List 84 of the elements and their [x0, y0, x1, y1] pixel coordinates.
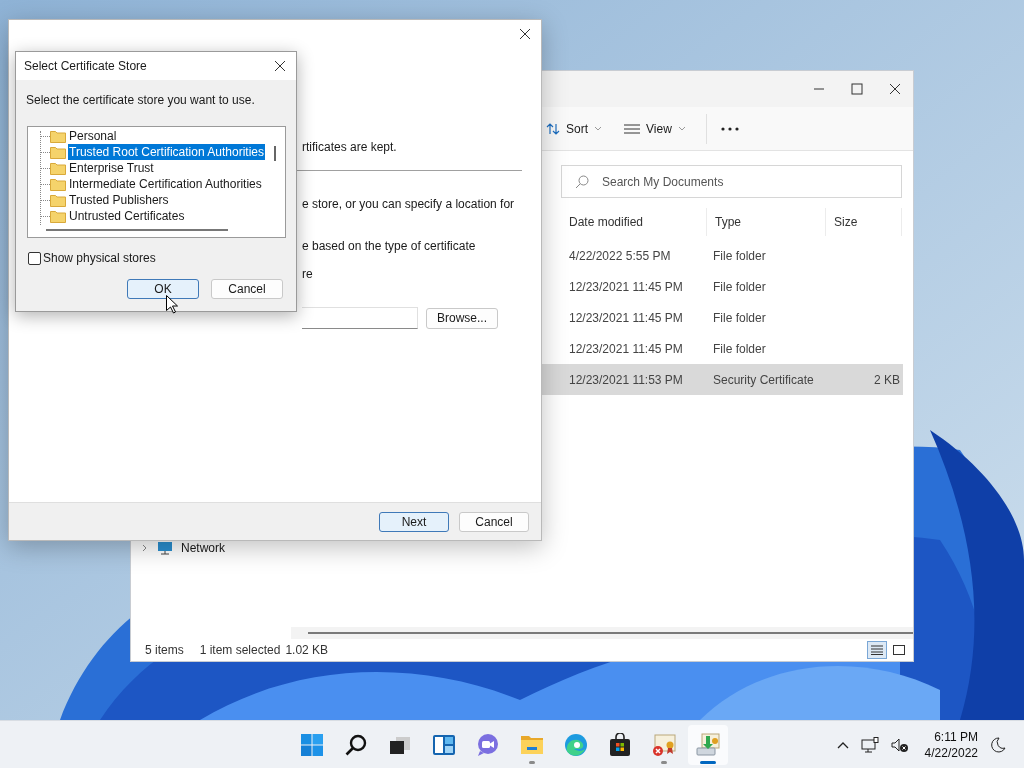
- file-row[interactable]: 4/22/2022 5:55 PM File folder: [541, 240, 903, 271]
- scrollbar-thumb[interactable]: [308, 632, 913, 634]
- list-icon: [624, 122, 640, 135]
- date-cell-text: 12/23/2021 11:45 PM: [568, 309, 684, 327]
- nav-item[interactable]: Network: [131, 538, 241, 558]
- sort-icon: [546, 121, 560, 136]
- description-text: rtificates are kept.: [302, 139, 398, 156]
- ok-button[interactable]: OK: [127, 279, 199, 299]
- window-icon: [893, 645, 905, 655]
- next-button[interactable]: Next: [379, 511, 449, 532]
- file-row[interactable]: 12/23/2021 11:53 PM Security Certificate 2 KB: [541, 364, 903, 395]
- muted-speaker-icon[interactable]: [890, 736, 909, 753]
- type-cell-text: File folder: [713, 340, 767, 358]
- chevron-right-icon: [141, 544, 149, 552]
- more-icon[interactable]: [720, 126, 739, 131]
- size-cell-text: 2 KB: [874, 371, 901, 389]
- browse-button[interactable]: Browse...: [426, 307, 498, 329]
- date-cell-text: 12/23/2021 11:45 PM: [568, 340, 684, 358]
- shopping-bag-icon: [608, 732, 632, 757]
- search-field[interactable]: Search My Documents: [561, 165, 902, 198]
- option-text: e based on the type of certificate: [302, 238, 477, 255]
- selection-size: 1.02 KB: [285, 642, 329, 659]
- folder-icon: [50, 209, 66, 223]
- cancel-button[interactable]: Cancel: [211, 279, 283, 299]
- option-text: re: [302, 266, 314, 283]
- network-icon: [157, 541, 173, 555]
- date-cell-text: 4/22/2022 5:55 PM: [568, 247, 672, 265]
- checkbox[interactable]: [28, 251, 41, 265]
- folder-icon: [50, 129, 66, 143]
- store-item[interactable]: Enterprise Trust: [68, 160, 155, 176]
- chevron-down-icon: [677, 126, 686, 131]
- store-path-field[interactable]: [302, 307, 418, 329]
- folder-icon: [50, 193, 66, 207]
- chevron-down-icon: [594, 126, 602, 131]
- store-item[interactable]: Trusted Publishers: [68, 192, 170, 208]
- prompt-text: Select the certificate store you want to use.: [26, 92, 256, 109]
- moon-icon[interactable]: [990, 736, 1006, 753]
- folder-icon: [50, 145, 66, 159]
- selection-count: 1 item selected: [199, 642, 281, 659]
- view-button[interactable]: View: [622, 113, 688, 144]
- checkbox-label: Show physical stores: [43, 250, 156, 267]
- date-cell-text: 12/23/2021 11:53 PM: [568, 371, 684, 389]
- mouse-pointer-icon: [166, 295, 178, 314]
- chat-icon: [476, 732, 500, 757]
- widgets-icon: [432, 732, 456, 757]
- dialog-title: Select Certificate Store: [24, 58, 147, 75]
- scrollbar-thumb[interactable]: [274, 146, 276, 161]
- type-cell-text: File folder: [713, 278, 767, 296]
- type-cell-text: Security Certificate: [713, 371, 815, 389]
- certificate-import-icon: [696, 732, 720, 757]
- file-row[interactable]: 12/23/2021 11:45 PM File folder: [541, 302, 903, 333]
- store-item[interactable]: Trusted Root Certification Authorities: [68, 144, 265, 160]
- file-row[interactable]: 12/23/2021 11:45 PM File folder: [541, 333, 903, 364]
- file-row[interactable]: 12/23/2021 11:45 PM File folder: [541, 271, 903, 302]
- certificate-error-icon: [652, 732, 676, 757]
- cancel-button[interactable]: Cancel: [459, 511, 529, 532]
- windows-logo-icon: [300, 732, 324, 757]
- chevron-up-icon[interactable]: [836, 740, 849, 749]
- search-icon: [575, 175, 589, 189]
- date-cell-text: 12/23/2021 11:45 PM: [568, 278, 684, 296]
- type-cell-text: File folder: [713, 309, 767, 327]
- clock[interactable]: 6:11 PM 4/22/2022: [924, 728, 978, 761]
- close-icon[interactable]: [519, 28, 531, 40]
- column-header[interactable]: Date modified: [561, 208, 707, 236]
- close-icon[interactable]: [274, 60, 286, 72]
- browser-icon: [564, 732, 588, 757]
- store-item[interactable]: Intermediate Certification Authorities: [68, 176, 263, 192]
- sort-button[interactable]: Sort: [544, 113, 604, 144]
- list-icon: [871, 645, 883, 655]
- search-icon: [344, 732, 368, 757]
- store-item[interactable]: Personal: [68, 128, 118, 144]
- column-header[interactable]: Type: [707, 208, 826, 236]
- monitor-icon[interactable]: [860, 736, 879, 753]
- details-view-button[interactable]: [867, 641, 887, 659]
- item-count: 5 items: [145, 642, 184, 659]
- store-item[interactable]: Untrusted Certificates: [68, 208, 186, 224]
- type-cell-text: File folder: [713, 247, 767, 265]
- folder-icon: [50, 161, 66, 175]
- close-icon[interactable]: [889, 83, 901, 95]
- folder-icon: [50, 177, 66, 191]
- column-header[interactable]: Size: [826, 208, 902, 236]
- maximize-icon[interactable]: [851, 83, 863, 95]
- instruction-text: e store, or you can specify a location for: [302, 196, 516, 213]
- scrollbar-thumb[interactable]: [46, 229, 228, 231]
